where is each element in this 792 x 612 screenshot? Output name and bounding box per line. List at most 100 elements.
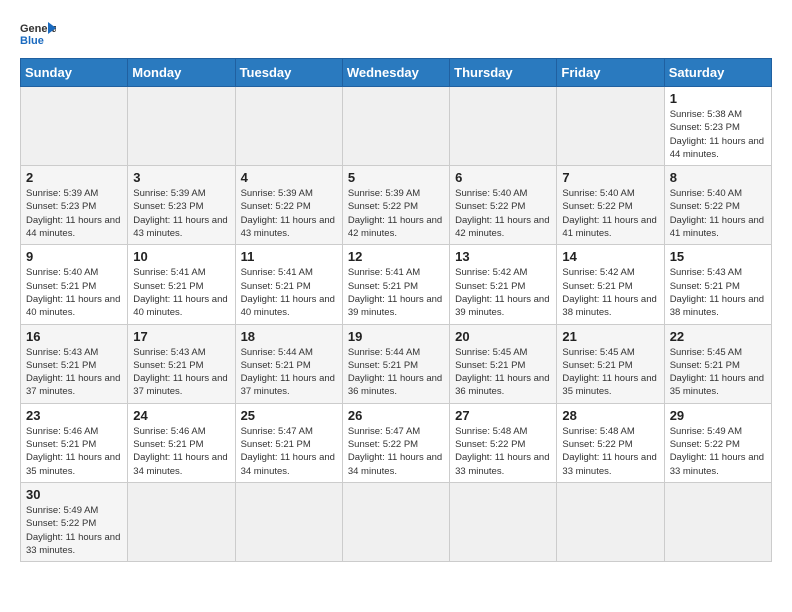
calendar-cell: 1 Sunrise: 5:38 AM Sunset: 5:23 PM Daylig…: [664, 87, 771, 166]
calendar-cell: 25 Sunrise: 5:47 AM Sunset: 5:21 PM Dayli…: [235, 403, 342, 482]
day-info: Sunrise: 5:44 AM Sunset: 5:21 PM Dayligh…: [348, 346, 444, 399]
day-info: Sunrise: 5:43 AM Sunset: 5:21 PM Dayligh…: [26, 346, 122, 399]
calendar-cell: [342, 482, 449, 561]
calendar-cell: 8Sunrise: 5:40 AM Sunset: 5:22 PM Daylig…: [664, 166, 771, 245]
weekday-header-sunday: Sunday: [21, 59, 128, 87]
calendar-week-row: 16Sunrise: 5:43 AM Sunset: 5:21 PM Dayli…: [21, 324, 772, 403]
calendar-cell: 5Sunrise: 5:39 AM Sunset: 5:22 PM Daylig…: [342, 166, 449, 245]
calendar-cell: [664, 482, 771, 561]
day-info: Sunrise: 5:40 AM Sunset: 5:22 PM Dayligh…: [562, 187, 658, 240]
calendar-cell: 4 Sunrise: 5:39 AM Sunset: 5:22 PM Daylig…: [235, 166, 342, 245]
page-header: General Blue: [20, 20, 772, 48]
calendar-cell: 14Sunrise: 5:42 AM Sunset: 5:21 PM Dayli…: [557, 245, 664, 324]
day-number: 25: [241, 408, 337, 423]
calendar-cell: 15 Sunrise: 5:43 AM Sunset: 5:21 PM Dayli…: [664, 245, 771, 324]
day-number: 29: [670, 408, 766, 423]
day-info: Sunrise: 5:46 AM Sunset: 5:21 PM Dayligh…: [133, 425, 229, 478]
calendar-cell: 20 Sunrise: 5:45 AM Sunset: 5:21 PM Dayli…: [450, 324, 557, 403]
day-info: Sunrise: 5:38 AM Sunset: 5:23 PM Dayligh…: [670, 108, 766, 161]
calendar-cell: 28Sunrise: 5:48 AM Sunset: 5:22 PM Dayli…: [557, 403, 664, 482]
calendar-cell: 12 Sunrise: 5:41 AM Sunset: 5:21 PM Dayli…: [342, 245, 449, 324]
day-info: Sunrise: 5:40 AM Sunset: 5:22 PM Dayligh…: [455, 187, 551, 240]
day-info: Sunrise: 5:49 AM Sunset: 5:22 PM Dayligh…: [670, 425, 766, 478]
calendar-cell: 27 Sunrise: 5:48 AM Sunset: 5:22 PM Dayli…: [450, 403, 557, 482]
calendar-cell: 26Sunrise: 5:47 AM Sunset: 5:22 PM Dayli…: [342, 403, 449, 482]
day-number: 14: [562, 249, 658, 264]
day-info: Sunrise: 5:39 AM Sunset: 5:23 PM Dayligh…: [26, 187, 122, 240]
day-info: Sunrise: 5:42 AM Sunset: 5:21 PM Dayligh…: [455, 266, 551, 319]
day-number: 20: [455, 329, 551, 344]
day-number: 28: [562, 408, 658, 423]
calendar-cell: 7 Sunrise: 5:40 AM Sunset: 5:22 PM Daylig…: [557, 166, 664, 245]
calendar-cell: [557, 482, 664, 561]
day-info: Sunrise: 5:39 AM Sunset: 5:23 PM Dayligh…: [133, 187, 229, 240]
calendar-cell: [235, 482, 342, 561]
calendar-cell: 11 Sunrise: 5:41 AM Sunset: 5:21 PM Dayli…: [235, 245, 342, 324]
day-info: Sunrise: 5:43 AM Sunset: 5:21 PM Dayligh…: [133, 346, 229, 399]
day-info: Sunrise: 5:49 AM Sunset: 5:22 PM Dayligh…: [26, 504, 122, 557]
calendar-week-row: 2Sunrise: 5:39 AM Sunset: 5:23 PM Daylig…: [21, 166, 772, 245]
day-info: Sunrise: 5:45 AM Sunset: 5:21 PM Dayligh…: [562, 346, 658, 399]
day-number: 13: [455, 249, 551, 264]
calendar-week-row: 1 Sunrise: 5:38 AM Sunset: 5:23 PM Daylig…: [21, 87, 772, 166]
day-number: 1: [670, 91, 766, 106]
calendar-cell: 19 Sunrise: 5:44 AM Sunset: 5:21 PM Dayli…: [342, 324, 449, 403]
calendar-cell: [128, 482, 235, 561]
calendar-cell: 10Sunrise: 5:41 AM Sunset: 5:21 PM Dayli…: [128, 245, 235, 324]
day-number: 6: [455, 170, 551, 185]
day-number: 27: [455, 408, 551, 423]
calendar-cell: 16Sunrise: 5:43 AM Sunset: 5:21 PM Dayli…: [21, 324, 128, 403]
calendar-cell: [235, 87, 342, 166]
weekday-header-row: SundayMondayTuesdayWednesdayThursdayFrid…: [21, 59, 772, 87]
day-info: Sunrise: 5:45 AM Sunset: 5:21 PM Dayligh…: [455, 346, 551, 399]
calendar-cell: [21, 87, 128, 166]
day-number: 7: [562, 170, 658, 185]
day-number: 12: [348, 249, 444, 264]
day-number: 9: [26, 249, 122, 264]
day-info: Sunrise: 5:41 AM Sunset: 5:21 PM Dayligh…: [241, 266, 337, 319]
day-info: Sunrise: 5:39 AM Sunset: 5:22 PM Dayligh…: [348, 187, 444, 240]
day-info: Sunrise: 5:45 AM Sunset: 5:21 PM Dayligh…: [670, 346, 766, 399]
calendar-cell: 3 Sunrise: 5:39 AM Sunset: 5:23 PM Daylig…: [128, 166, 235, 245]
weekday-header-monday: Monday: [128, 59, 235, 87]
calendar-cell: 17 Sunrise: 5:43 AM Sunset: 5:21 PM Dayli…: [128, 324, 235, 403]
svg-text:Blue: Blue: [20, 35, 44, 47]
day-info: Sunrise: 5:39 AM Sunset: 5:22 PM Dayligh…: [241, 187, 337, 240]
day-number: 30: [26, 487, 122, 502]
day-info: Sunrise: 5:48 AM Sunset: 5:22 PM Dayligh…: [455, 425, 551, 478]
weekday-header-saturday: Saturday: [664, 59, 771, 87]
day-number: 23: [26, 408, 122, 423]
day-info: Sunrise: 5:41 AM Sunset: 5:21 PM Dayligh…: [348, 266, 444, 319]
day-info: Sunrise: 5:46 AM Sunset: 5:21 PM Dayligh…: [26, 425, 122, 478]
day-number: 17: [133, 329, 229, 344]
day-number: 4: [241, 170, 337, 185]
calendar-cell: 24 Sunrise: 5:46 AM Sunset: 5:21 PM Dayli…: [128, 403, 235, 482]
calendar-cell: [450, 87, 557, 166]
weekday-header-friday: Friday: [557, 59, 664, 87]
logo-icon: General Blue: [20, 20, 56, 48]
calendar-cell: 9Sunrise: 5:40 AM Sunset: 5:21 PM Daylig…: [21, 245, 128, 324]
day-number: 11: [241, 249, 337, 264]
day-number: 10: [133, 249, 229, 264]
calendar-cell: [128, 87, 235, 166]
calendar-week-row: 23 Sunrise: 5:46 AM Sunset: 5:21 PM Dayli…: [21, 403, 772, 482]
day-number: 8: [670, 170, 766, 185]
day-number: 24: [133, 408, 229, 423]
calendar-week-row: 9Sunrise: 5:40 AM Sunset: 5:21 PM Daylig…: [21, 245, 772, 324]
calendar-cell: 29 Sunrise: 5:49 AM Sunset: 5:22 PM Dayli…: [664, 403, 771, 482]
day-number: 3: [133, 170, 229, 185]
day-number: 18: [241, 329, 337, 344]
calendar-cell: [342, 87, 449, 166]
day-info: Sunrise: 5:47 AM Sunset: 5:22 PM Dayligh…: [348, 425, 444, 478]
day-info: Sunrise: 5:43 AM Sunset: 5:21 PM Dayligh…: [670, 266, 766, 319]
day-info: Sunrise: 5:47 AM Sunset: 5:21 PM Dayligh…: [241, 425, 337, 478]
day-number: 15: [670, 249, 766, 264]
day-number: 22: [670, 329, 766, 344]
day-info: Sunrise: 5:44 AM Sunset: 5:21 PM Dayligh…: [241, 346, 337, 399]
weekday-header-wednesday: Wednesday: [342, 59, 449, 87]
calendar-cell: 21Sunrise: 5:45 AM Sunset: 5:21 PM Dayli…: [557, 324, 664, 403]
weekday-header-thursday: Thursday: [450, 59, 557, 87]
calendar-cell: 18 Sunrise: 5:44 AM Sunset: 5:21 PM Dayli…: [235, 324, 342, 403]
day-number: 19: [348, 329, 444, 344]
calendar-cell: [557, 87, 664, 166]
